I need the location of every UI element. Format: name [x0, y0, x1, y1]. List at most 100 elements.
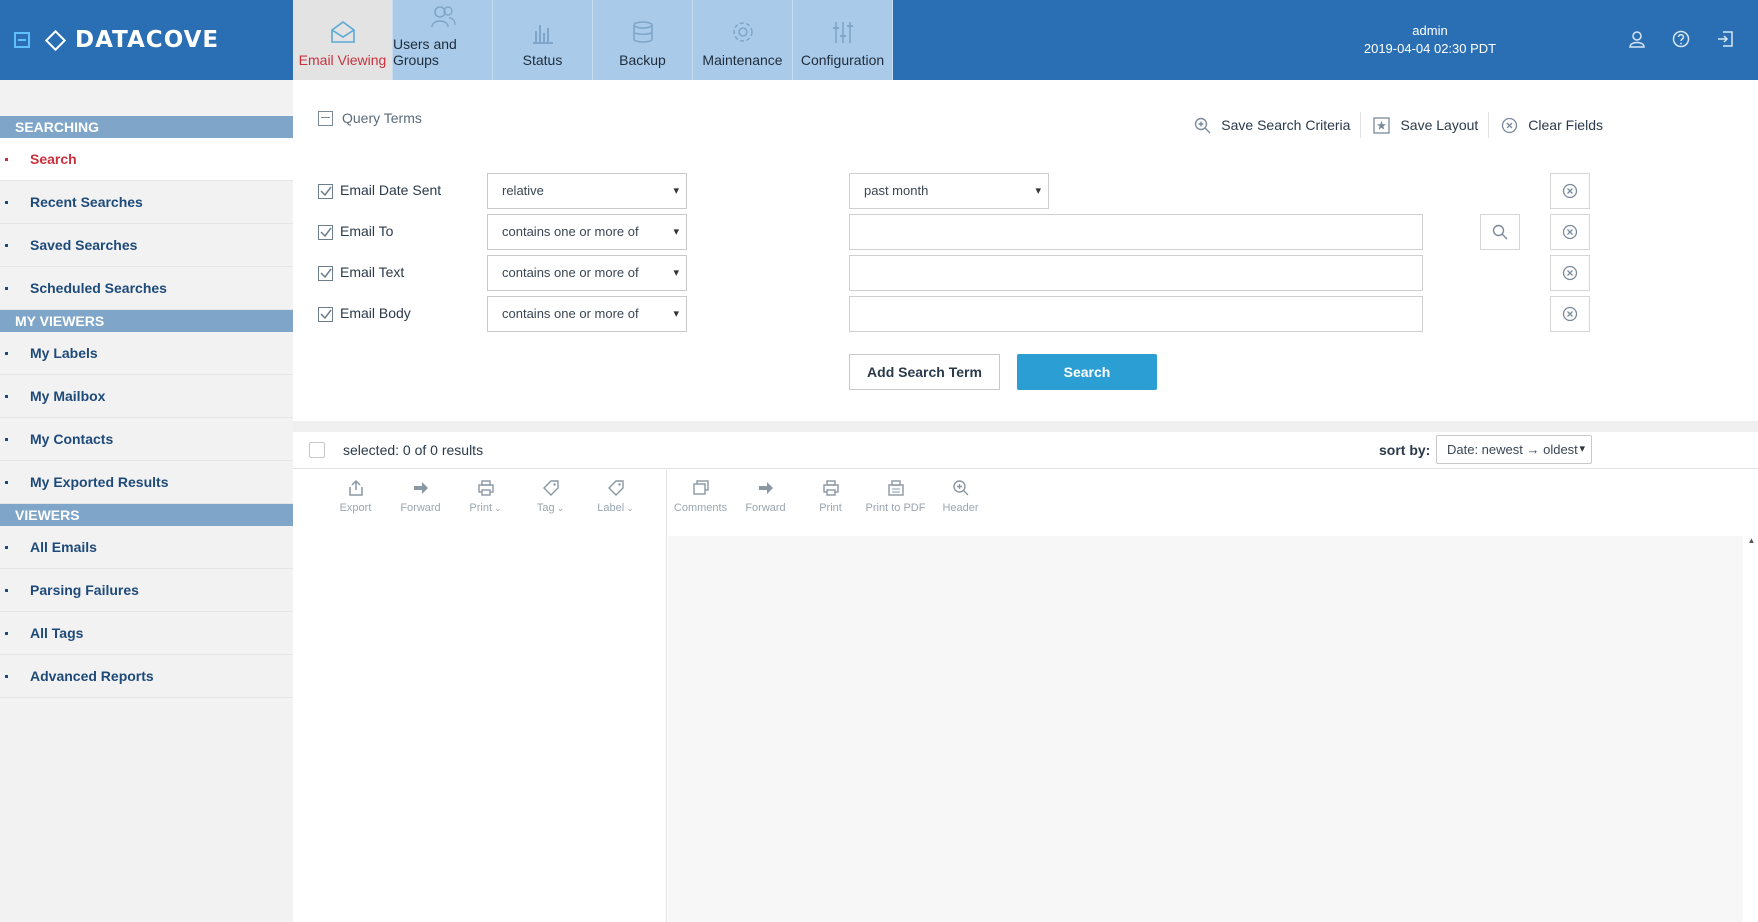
tab-email-viewing[interactable]: Email Viewing	[293, 0, 393, 80]
sidebar-item-all-emails[interactable]: All Emails	[0, 526, 293, 569]
main-tabs: Email Viewing Users and Groups Status Ba…	[293, 0, 893, 80]
term-checkbox[interactable]	[318, 307, 333, 322]
clear-circle-icon	[1502, 117, 1518, 133]
collapse-query-icon[interactable]	[318, 110, 333, 126]
sidebar-item-parsing-failures[interactable]: Parsing Failures	[0, 569, 293, 612]
scroll-up-arrow[interactable]: ▲	[1745, 536, 1758, 545]
separator-band	[293, 421, 1758, 432]
tool-label: Export	[339, 502, 372, 514]
check-icon	[320, 186, 332, 197]
term-operator-select[interactable]: contains one or more of	[487, 255, 687, 291]
chevron-down-icon: ⌄	[556, 503, 565, 513]
term-operator-select[interactable]: contains one or more of	[487, 296, 687, 332]
comments-button[interactable]: Comments	[668, 479, 733, 514]
chevron-down-icon: ⌄	[494, 503, 502, 513]
pdf-icon	[887, 480, 904, 496]
query-terms-header[interactable]: Query Terms	[318, 110, 422, 126]
sidebar-item-all-tags[interactable]: All Tags	[0, 612, 293, 655]
term-label: Email Date Sent	[340, 182, 442, 198]
users-icon	[428, 2, 458, 30]
print-icon	[477, 480, 494, 496]
term-operator-select[interactable]: relative	[487, 173, 687, 209]
collapse-sidebar-icon[interactable]	[14, 32, 30, 48]
divider	[1488, 112, 1490, 138]
logout-icon[interactable]	[1714, 28, 1736, 50]
tab-label: Configuration	[800, 52, 885, 68]
sidebar-item-my-contacts[interactable]: My Contacts	[0, 418, 293, 461]
term-value-select[interactable]: past month	[849, 173, 1049, 209]
tab-label: Maintenance	[702, 52, 783, 68]
sidebar-item-my-mailbox[interactable]: My Mailbox	[0, 375, 293, 418]
tag-icon	[542, 480, 559, 496]
term-value-input[interactable]	[849, 214, 1423, 250]
term-checkbox[interactable]	[318, 184, 333, 199]
remove-term-button[interactable]	[1550, 296, 1590, 332]
term-checkbox[interactable]	[318, 266, 333, 281]
select-all-checkbox[interactable]	[309, 442, 325, 458]
forward-icon	[758, 482, 773, 494]
save-layout-button[interactable]: Save Layout	[1373, 116, 1479, 134]
term-checkbox[interactable]	[318, 225, 333, 240]
tool-label: Tag	[536, 502, 555, 514]
sidebar-section-my-viewers: MY VIEWERS	[0, 310, 293, 332]
clear-fields-button[interactable]: Clear Fields	[1501, 117, 1603, 134]
term-label: Email Text	[340, 264, 405, 280]
sidebar-item-search[interactable]: Search	[0, 138, 293, 181]
sidebar: SEARCHING Search Recent Searches Saved S…	[0, 80, 293, 922]
print-icon	[822, 480, 839, 496]
remove-circle-icon	[1562, 224, 1578, 240]
lookup-button[interactable]	[1480, 214, 1520, 250]
export-button[interactable]: Export	[323, 479, 388, 514]
remove-circle-icon	[1562, 265, 1578, 281]
sidebar-item-recent-searches[interactable]: Recent Searches	[0, 181, 293, 224]
header-icons	[1626, 28, 1758, 50]
sidebar-item-my-labels[interactable]: My Labels	[0, 332, 293, 375]
zoom-plus-icon	[1195, 117, 1211, 133]
print-button[interactable]: Print	[798, 479, 863, 514]
print-dropdown-button[interactable]: Print ⌄	[453, 479, 518, 514]
bar-chart-icon	[528, 18, 558, 46]
header-button[interactable]: Header	[928, 479, 993, 514]
forward-button[interactable]: Forward	[388, 479, 453, 514]
search-button[interactable]: Search	[1017, 354, 1157, 390]
sidebar-item-my-exported-results[interactable]: My Exported Results	[0, 461, 293, 504]
term-label: Email To	[340, 223, 394, 239]
save-search-criteria-label: Save Search Criteria	[1221, 117, 1351, 133]
sort-select[interactable]: Date: newest → oldest	[1436, 435, 1592, 464]
save-search-criteria-button[interactable]: Save Search Criteria	[1194, 117, 1350, 134]
add-search-term-button[interactable]: Add Search Term	[849, 354, 1000, 390]
tool-label: Comments	[673, 502, 728, 514]
remove-term-button[interactable]	[1550, 255, 1590, 291]
current-datetime: 2019-04-04 02:30 PDT	[1363, 41, 1497, 56]
remove-circle-icon	[1562, 183, 1578, 199]
tab-maintenance[interactable]: Maintenance	[693, 0, 793, 80]
tab-backup[interactable]: Backup	[593, 0, 693, 80]
label-dropdown-button[interactable]: Label ⌄	[583, 479, 648, 514]
sidebar-item-scheduled-searches[interactable]: Scheduled Searches	[0, 267, 293, 310]
forward-icon	[413, 482, 428, 494]
save-layout-label: Save Layout	[1400, 117, 1479, 133]
term-value-input[interactable]	[849, 296, 1423, 332]
tab-status[interactable]: Status	[493, 0, 593, 80]
user-profile-icon[interactable]	[1626, 28, 1648, 50]
sidebar-item-saved-searches[interactable]: Saved Searches	[0, 224, 293, 267]
remove-term-button[interactable]	[1550, 173, 1590, 209]
remove-term-button[interactable]	[1550, 214, 1590, 250]
remove-circle-icon	[1562, 306, 1578, 322]
chevron-down-icon: ⌄	[626, 503, 634, 513]
tab-configuration[interactable]: Configuration	[793, 0, 893, 80]
tool-label: Forward	[745, 502, 786, 514]
tab-users-and-groups[interactable]: Users and Groups	[393, 0, 493, 80]
sidebar-item-advanced-reports[interactable]: Advanced Reports	[0, 655, 293, 698]
star-box-icon	[1373, 116, 1391, 134]
tab-label: Email Viewing	[298, 52, 387, 68]
print-to-pdf-button[interactable]: Print to PDF	[863, 479, 928, 514]
forward-button[interactable]: Forward	[733, 479, 798, 514]
help-icon[interactable]	[1670, 28, 1692, 50]
tag-dropdown-button[interactable]: Tag ⌄	[518, 479, 583, 514]
query-terms-title: Query Terms	[342, 110, 422, 126]
term-value-input[interactable]	[849, 255, 1423, 291]
user-info: admin 2019-04-04 02:30 PDT	[1330, 22, 1530, 58]
term-operator-select[interactable]: contains one or more of	[487, 214, 687, 250]
search-icon	[1492, 224, 1508, 240]
